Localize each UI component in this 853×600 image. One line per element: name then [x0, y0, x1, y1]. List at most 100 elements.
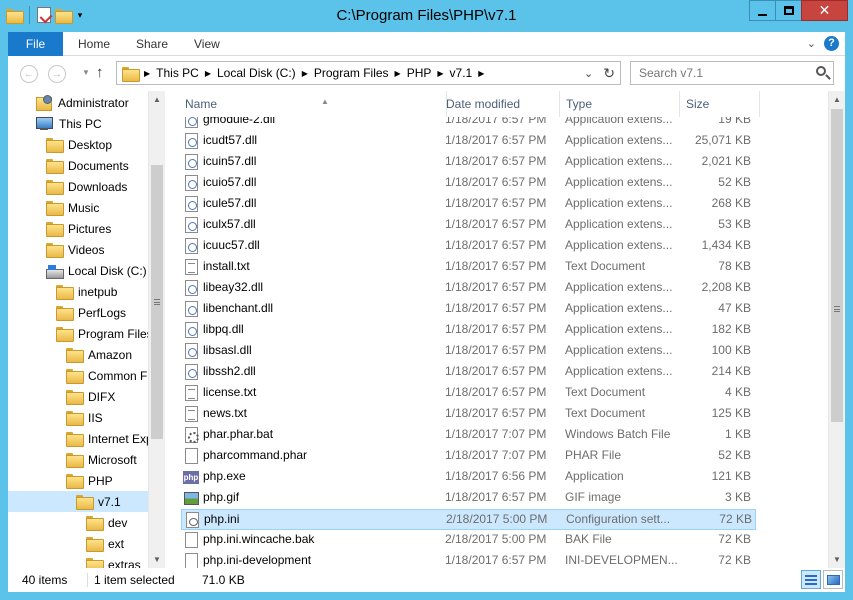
window-title: C:\Program Files\PHP\v7.1	[336, 7, 517, 24]
tab-file[interactable]: File	[8, 32, 63, 56]
file-row[interactable]: news.txt 1/18/2017 6:57 PM Text Document 12…	[181, 404, 756, 425]
crumb-separator-icon[interactable]: ▶	[144, 69, 150, 78]
file-list-scrollbar[interactable]: ▲ ▼	[828, 91, 845, 568]
nav-tree-item[interactable]: inetpub	[8, 281, 148, 302]
folder-icon	[56, 306, 74, 321]
nav-tree-item[interactable]: Local Disk (C:)	[8, 260, 148, 281]
nav-tree-item[interactable]: This PC	[8, 113, 148, 134]
file-row[interactable]: libsasl.dll 1/18/2017 6:57 PM Application …	[181, 341, 756, 362]
recent-locations-chevron-icon[interactable]: ▼	[82, 68, 90, 77]
nav-tree-item[interactable]: dev	[8, 512, 148, 533]
maximize-button[interactable]	[775, 0, 802, 21]
search-box[interactable]	[630, 61, 834, 85]
expand-ribbon-chevron-icon[interactable]: ⌄	[807, 37, 816, 50]
tab-share[interactable]: Share	[136, 32, 168, 56]
nav-tree-item[interactable]: PerfLogs	[8, 302, 148, 323]
address-bar-row: ← → ▼ ↑ ▶ This PC ▶ Local Disk (C:) ▶ Pr…	[8, 56, 845, 91]
refresh-icon[interactable]: ↻	[603, 65, 615, 82]
file-type: GIF image	[565, 490, 622, 504]
computer-icon	[36, 116, 53, 131]
file-row[interactable]: icuio57.dll 1/18/2017 6:57 PM Application …	[181, 173, 756, 194]
file-row[interactable]: libeay32.dll 1/18/2017 6:57 PM Application…	[181, 278, 756, 299]
column-header-date[interactable]: Date modified	[440, 91, 560, 117]
file-row[interactable]: icudt57.dll 1/18/2017 6:57 PM Application …	[181, 131, 756, 152]
file-row[interactable]: php php.exe 1/18/2017 6:56 PM Application 12…	[181, 467, 756, 488]
column-header-size[interactable]: Size	[680, 91, 760, 117]
crumb-separator-icon[interactable]: ▶	[302, 69, 308, 78]
nav-pane-scrollbar[interactable]: ▲ ▼	[148, 91, 165, 568]
file-row[interactable]: icuuc57.dll 1/18/2017 6:57 PM Application …	[181, 236, 756, 257]
file-row[interactable]: icuin57.dll 1/18/2017 6:57 PM Application …	[181, 152, 756, 173]
forward-button[interactable]: →	[48, 65, 66, 83]
txt-file-icon	[185, 406, 198, 422]
file-row[interactable]: icule57.dll 1/18/2017 6:57 PM Application …	[181, 194, 756, 215]
address-box[interactable]: ▶ This PC ▶ Local Disk (C:) ▶ Program Fi…	[116, 61, 621, 85]
breadcrumb-v71[interactable]: v7.1	[450, 66, 473, 80]
crumb-separator-icon[interactable]: ▶	[395, 69, 401, 78]
crumb-separator-icon[interactable]: ▶	[478, 69, 484, 78]
file-row[interactable]: iculx57.dll 1/18/2017 6:57 PM Application …	[181, 215, 756, 236]
column-header-type[interactable]: Type	[560, 91, 680, 117]
breadcrumb-program-files[interactable]: Program Files	[314, 66, 389, 80]
nav-tree-item[interactable]: extras	[8, 554, 148, 568]
navigation-pane[interactable]: Administrator This PC Desktop Documents Down…	[8, 91, 165, 568]
file-scroll-thumb[interactable]	[831, 109, 843, 422]
breadcrumb-this-pc[interactable]: This PC	[156, 66, 199, 80]
scroll-up-icon[interactable]: ▲	[149, 91, 165, 108]
nav-tree-item[interactable]: Pictures	[8, 218, 148, 239]
help-icon[interactable]: ?	[824, 36, 839, 51]
nav-tree-item[interactable]: DIFX	[8, 386, 148, 407]
file-row[interactable]: php.ini-development 1/18/2017 6:57 PM INI-…	[181, 551, 756, 568]
file-row[interactable]: license.txt 1/18/2017 6:57 PM Text Documen…	[181, 383, 756, 404]
folder-icon	[56, 327, 74, 342]
scroll-down-icon[interactable]: ▼	[829, 551, 845, 568]
file-row[interactable]: libssh2.dll 1/18/2017 6:57 PM Application …	[181, 362, 756, 383]
details-view-button[interactable]	[801, 570, 821, 589]
file-row[interactable]: libenchant.dll 1/18/2017 6:57 PM Applicati…	[181, 299, 756, 320]
nav-tree-item[interactable]: v7.1	[8, 491, 148, 512]
search-input[interactable]	[631, 62, 806, 84]
nav-tree-item[interactable]: Internet Explorer	[8, 428, 165, 449]
nav-tree-item[interactable]: Common Files	[8, 365, 165, 386]
nav-tree-item[interactable]: IIS	[8, 407, 148, 428]
tab-home[interactable]: Home	[78, 32, 110, 56]
address-history-chevron-icon[interactable]: ⌄	[584, 67, 593, 80]
breadcrumb-php[interactable]: PHP	[407, 66, 432, 80]
breadcrumb-local-disk[interactable]: Local Disk (C:)	[217, 66, 296, 80]
nav-tree-item[interactable]: Music	[8, 197, 148, 218]
nav-tree-item[interactable]: Desktop	[8, 134, 148, 155]
nav-tree-item[interactable]: ext	[8, 533, 148, 554]
back-button[interactable]: ←	[20, 65, 38, 83]
minimize-button[interactable]	[749, 0, 776, 21]
crumb-separator-icon[interactable]: ▶	[205, 69, 211, 78]
nav-tree-item[interactable]: Amazon	[8, 344, 148, 365]
nav-scroll-thumb[interactable]	[151, 165, 163, 439]
scroll-down-icon[interactable]: ▼	[149, 551, 165, 568]
scroll-up-icon[interactable]: ▲	[829, 91, 845, 108]
nav-tree-item[interactable]: Program Files	[8, 323, 153, 344]
close-button[interactable]: ✕	[801, 0, 848, 21]
file-list-pane[interactable]: Name ▲ Date modified Type Size gmodule-2…	[165, 91, 828, 568]
up-button[interactable]: ↑	[96, 64, 104, 81]
search-icon[interactable]	[816, 66, 826, 76]
file-row[interactable]: phar.phar.bat 1/18/2017 7:07 PM Windows Ba…	[181, 425, 756, 446]
nav-tree-item[interactable]: Microsoft	[8, 449, 148, 470]
nav-tree-item[interactable]: Downloads	[8, 176, 148, 197]
nav-tree-item[interactable]: PHP	[8, 470, 148, 491]
nav-tree-item[interactable]: Documents	[8, 155, 148, 176]
file-row[interactable]: php.ini.wincache.bak 2/18/2017 5:00 PM BAK…	[181, 530, 756, 551]
file-row[interactable]: gmodule-2.dll 1/18/2017 6:57 PM Applicatio…	[181, 117, 756, 131]
file-row[interactable]: php.ini 2/18/2017 5:00 PM Configuration se…	[181, 509, 756, 530]
file-row[interactable]: libpq.dll 1/18/2017 6:57 PM Application ex…	[181, 320, 756, 341]
file-row[interactable]: pharcommand.phar 1/18/2017 7:07 PM PHAR Fi…	[181, 446, 756, 467]
tab-view[interactable]: View	[194, 32, 220, 56]
file-row[interactable]: php.gif 1/18/2017 6:57 PM GIF image 3 KB	[181, 488, 756, 509]
nav-tree-item[interactable]: Administrator	[8, 92, 148, 113]
file-row[interactable]: install.txt 1/18/2017 6:57 PM Text Documen…	[181, 257, 756, 278]
file-name: phar.phar.bat	[203, 427, 274, 441]
crumb-separator-icon[interactable]: ▶	[437, 69, 443, 78]
explorer-content: Administrator This PC Desktop Documents Down…	[8, 91, 845, 568]
nav-tree-item[interactable]: Videos	[8, 239, 148, 260]
large-icons-view-button[interactable]	[823, 570, 843, 589]
column-header-name[interactable]: Name ▲	[179, 91, 447, 117]
